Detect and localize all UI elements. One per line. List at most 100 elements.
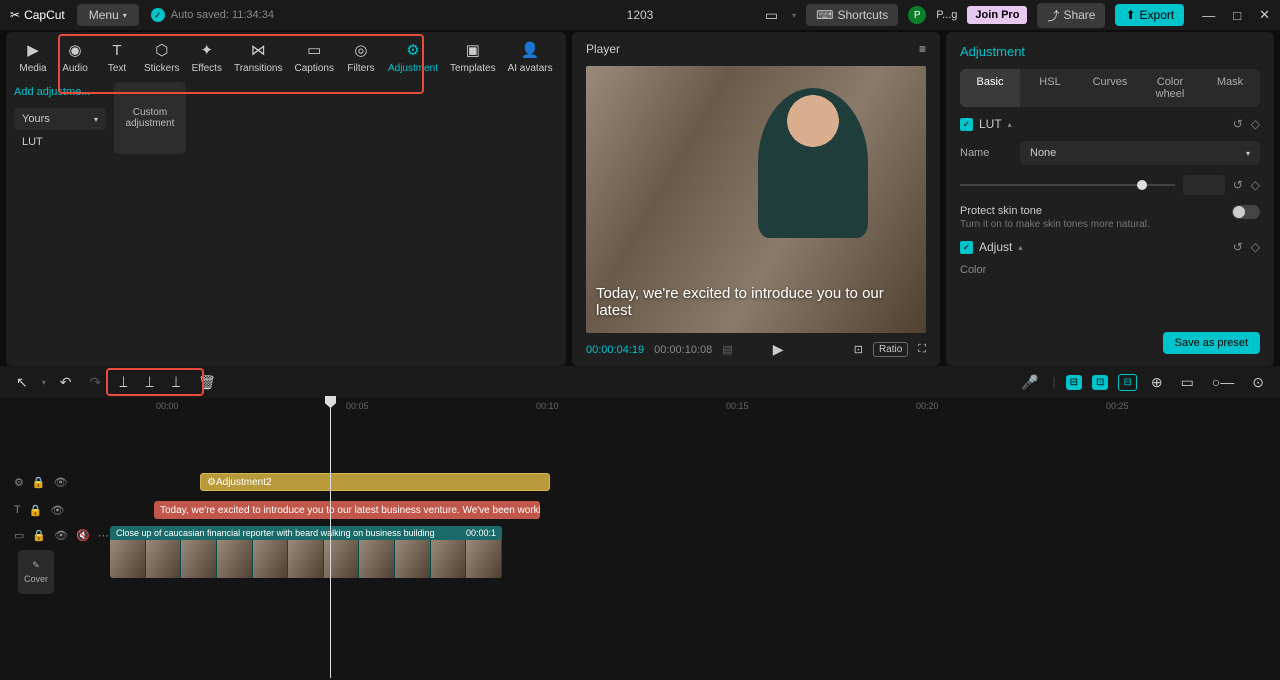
player-title: Player — [586, 42, 620, 56]
autosave-status: ✓Auto saved: 11:34:34 — [151, 8, 274, 22]
adjust-checkbox[interactable]: ✓ — [960, 241, 973, 254]
ratio-button[interactable]: Ratio — [873, 342, 908, 357]
lock-icon[interactable]: 🔒 — [32, 529, 46, 542]
tool-transitions[interactable]: ⋈Transitions — [228, 36, 289, 78]
track-icon[interactable]: ▭ — [1177, 372, 1198, 393]
more-icon[interactable]: ⋯ — [98, 529, 109, 542]
adjust-track-icon[interactable]: ⚙ — [14, 476, 24, 489]
adjust-section[interactable]: ✓ Adjust▴ ↺◇ — [960, 240, 1260, 254]
panel-title: Adjustment — [960, 44, 1260, 59]
snap-icon[interactable]: ⊟ — [1066, 375, 1082, 390]
export-button[interactable]: ⬆ Export — [1115, 4, 1184, 26]
project-title: 1203 — [627, 8, 654, 22]
name-label: Name — [960, 147, 1010, 159]
redo-icon[interactable]: ↷ — [85, 372, 105, 393]
slider-reset-icon[interactable]: ↺ — [1233, 178, 1243, 192]
tool-audio[interactable]: ◉Audio — [54, 36, 96, 78]
zoom-slider-icon[interactable]: ○— — [1208, 372, 1238, 392]
link-icon[interactable]: ⊟ — [1118, 374, 1136, 391]
yours-dropdown[interactable]: Yours▾ — [14, 108, 106, 130]
tool-adjustment[interactable]: ⚙Adjustment — [382, 36, 444, 78]
reset-icon[interactable]: ↺ — [1233, 240, 1243, 254]
fullscreen-icon[interactable]: ⛶ — [918, 343, 926, 356]
custom-adjustment-card[interactable]: Custom adjustment — [114, 82, 186, 154]
maximize-icon[interactable]: □ — [1233, 8, 1241, 23]
delete-icon[interactable]: 🗑 — [194, 372, 220, 393]
close-icon[interactable]: ✕ — [1259, 7, 1270, 23]
tool-avatars[interactable]: 👤AI avatars — [502, 36, 559, 78]
share-button[interactable]: ⤴ Share — [1037, 3, 1105, 28]
tool-filters[interactable]: ◎Filters — [340, 36, 382, 78]
add-adjustment-link[interactable]: Add adjustme... — [14, 82, 106, 102]
slider-keyframe-icon[interactable]: ◇ — [1251, 178, 1260, 192]
timeline-ruler[interactable]: 00:00 00:05 00:10 00:15 00:20 00:25 — [0, 398, 1280, 420]
minimize-icon[interactable]: — — [1202, 8, 1215, 23]
fit-icon[interactable]: ⊙ — [1248, 372, 1268, 393]
lut-intensity-slider[interactable] — [960, 184, 1175, 186]
tool-captions[interactable]: ▭Captions — [289, 36, 340, 78]
pointer-icon[interactable]: ↖ — [12, 372, 32, 393]
split-left-icon[interactable]: ⟘ — [142, 372, 158, 393]
split-icon[interactable]: ⟘ — [115, 372, 131, 393]
tool-stickers[interactable]: ⬡Stickers — [138, 36, 186, 78]
mute-icon[interactable]: 🔇 — [76, 529, 90, 542]
adjust-tabs: Basic HSL Curves Color wheel Mask — [960, 69, 1260, 107]
lut-section[interactable]: ✓ LUT▴ ↺◇ — [960, 117, 1260, 131]
join-pro-button[interactable]: Join Pro — [967, 6, 1027, 24]
compare-icon[interactable]: ▤ — [722, 343, 732, 356]
lock-icon[interactable]: 🔒 — [29, 504, 43, 517]
tab-mask[interactable]: Mask — [1200, 69, 1260, 107]
play-button[interactable]: ▶ — [773, 341, 784, 358]
video-subtitle: Today, we're excited to introduce you to… — [586, 275, 926, 333]
video-track-icon[interactable]: ▭ — [14, 529, 24, 542]
aspect-icon[interactable]: ▭ — [761, 5, 782, 26]
shortcuts-button[interactable]: ⌨ Shortcuts — [806, 4, 898, 26]
avatar[interactable]: P — [908, 6, 926, 24]
lut-intensity-value[interactable] — [1183, 175, 1225, 195]
text-track-icon[interactable]: T — [14, 504, 21, 516]
playhead[interactable] — [330, 398, 331, 678]
reset-icon[interactable]: ↺ — [1233, 117, 1243, 131]
menu-button[interactable]: Menu ▾ — [77, 4, 139, 26]
asset-toolbar: ▶Media ◉Audio TText ⬡Stickers ✦Effects ⋈… — [6, 32, 566, 82]
mic-icon[interactable]: 🎤 — [1017, 372, 1042, 393]
subtitle-clip[interactable]: Today, we're excited to introduce you to… — [154, 501, 540, 519]
split-right-icon[interactable]: ⟘ — [168, 372, 184, 393]
save-preset-button[interactable]: Save as preset — [1163, 332, 1260, 354]
tool-effects[interactable]: ✦Effects — [186, 36, 228, 78]
keyframe-icon[interactable]: ◇ — [1251, 117, 1260, 131]
lut-item[interactable]: LUT — [14, 130, 106, 154]
tool-templates[interactable]: ▣Templates — [444, 36, 502, 78]
player-menu-icon[interactable]: ≡ — [919, 42, 926, 56]
eye-icon[interactable]: 👁 — [54, 476, 68, 489]
video-clip[interactable]: Close up of caucasian financial reporter… — [110, 526, 502, 578]
align-icon[interactable]: ⊕ — [1147, 372, 1167, 393]
eye-icon[interactable]: 👁 — [50, 504, 64, 517]
scale-icon[interactable]: ⊡ — [854, 343, 863, 356]
titlebar: ✂ CapCut Menu ▾ ✓Auto saved: 11:34:34 12… — [0, 0, 1280, 30]
time-duration: 00:00:10:08 — [654, 344, 712, 356]
eye-icon[interactable]: 👁 — [54, 529, 68, 542]
tab-colorwheel[interactable]: Color wheel — [1140, 69, 1200, 107]
tab-hsl[interactable]: HSL — [1020, 69, 1080, 107]
tool-media[interactable]: ▶Media — [12, 36, 54, 78]
timeline-toolbar: ↖ ▾ ↶ ↷ ⟘ ⟘ ⟘ 🗑 🎤 | ⊟ ⊡ ⊟ ⊕ ▭ ○— ⊙ — [0, 366, 1280, 398]
tab-basic[interactable]: Basic — [960, 69, 1020, 107]
protect-label: Protect skin tone — [960, 205, 1150, 217]
timeline-tracks: ⚙ 🔒 👁 ⚙ Adjustment2 T 🔒 👁 Today, we're excit… — [0, 420, 1280, 680]
lock-icon[interactable]: 🔒 — [32, 476, 46, 489]
undo-icon[interactable]: ↶ — [56, 372, 76, 393]
video-preview[interactable]: Today, we're excited to introduce you to… — [586, 66, 926, 333]
protect-toggle[interactable] — [1232, 205, 1260, 219]
tab-curves[interactable]: Curves — [1080, 69, 1140, 107]
adjustment-clip[interactable]: ⚙ Adjustment2 — [200, 473, 550, 491]
time-current: 00:00:04:19 — [586, 344, 644, 356]
protect-desc: Turn it on to make skin tones more natur… — [960, 219, 1150, 230]
cover-button[interactable]: ✎Cover — [18, 550, 54, 594]
lut-checkbox[interactable]: ✓ — [960, 118, 973, 131]
tool-text[interactable]: TText — [96, 36, 138, 78]
magnet-icon[interactable]: ⊡ — [1092, 375, 1108, 390]
lut-name-select[interactable]: None▾ — [1020, 141, 1260, 165]
color-label: Color — [960, 264, 1260, 276]
keyframe-icon[interactable]: ◇ — [1251, 240, 1260, 254]
